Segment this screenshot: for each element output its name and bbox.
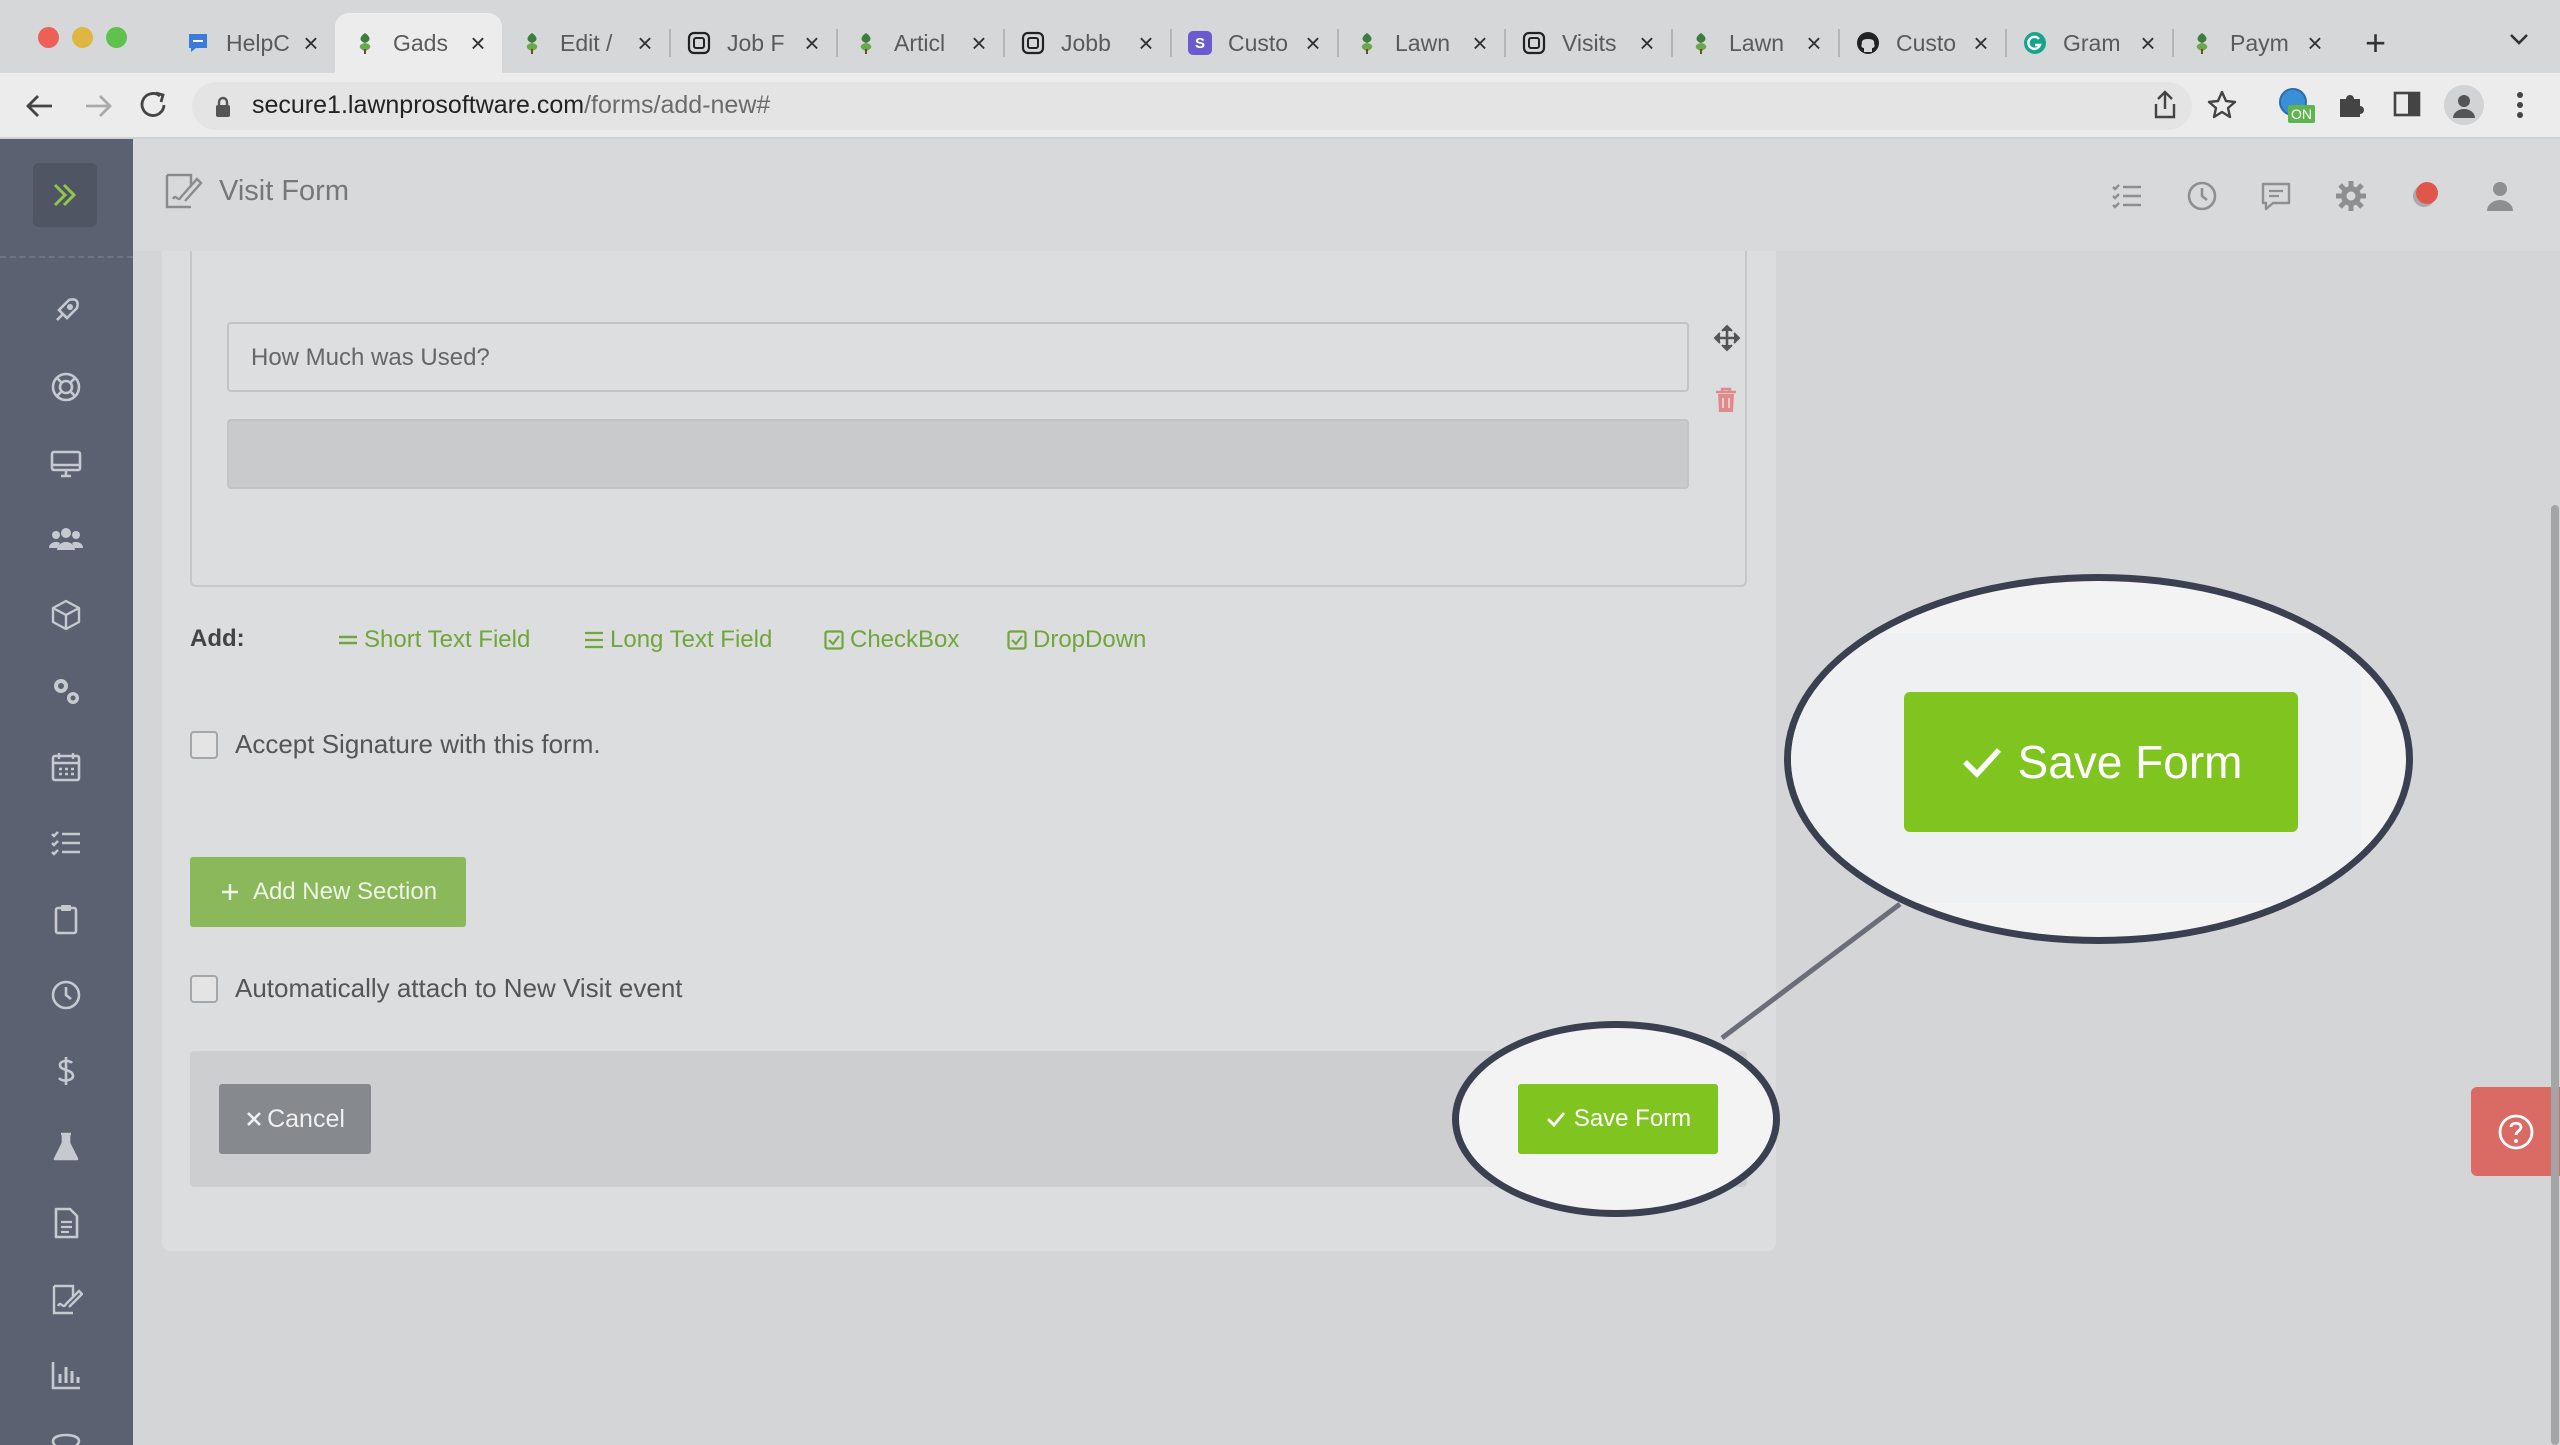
save-form-label: Save Form (1573, 1105, 1692, 1132)
help-button[interactable] (2471, 1087, 2560, 1176)
check-icon (1962, 748, 2001, 778)
check-icon (1546, 1112, 1565, 1128)
page-scrollbar[interactable] (2551, 505, 2559, 1445)
question-circle-icon (2498, 1114, 2533, 1149)
save-form-button[interactable]: Save Form (1518, 1084, 1718, 1154)
zoomed-save-form-button: Save Form (1904, 692, 2298, 832)
zoomed-save-form-label: Save Form (2017, 736, 2243, 788)
